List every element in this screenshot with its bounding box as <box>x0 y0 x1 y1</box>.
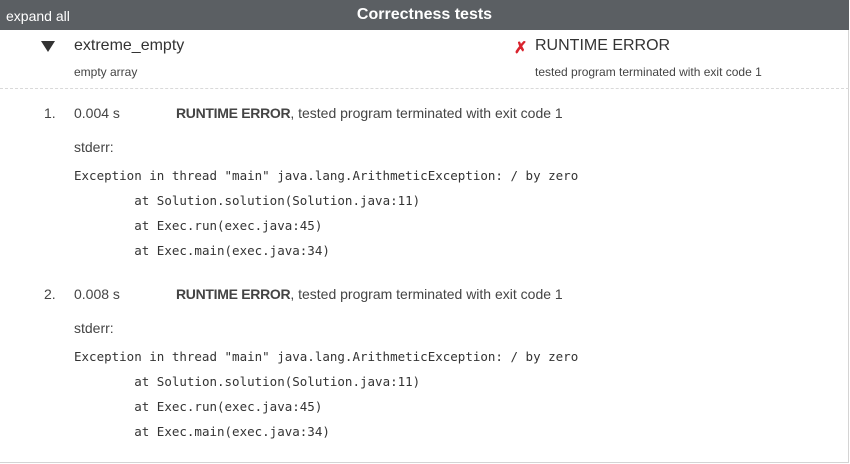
stderr-line: Exception in thread "main" java.lang.Ari… <box>74 349 579 364</box>
correctness-tests-panel: expand all Correctness tests extreme_emp… <box>0 0 849 463</box>
run-result: RUNTIME ERROR, tested program terminated… <box>176 105 563 121</box>
run-result-detail: , tested program terminated with exit co… <box>290 105 563 121</box>
test-name: extreme_empty <box>74 37 185 54</box>
stderr-output: Exception in thread "main" java.lang.Ari… <box>74 163 578 263</box>
run-index: 2. <box>44 286 56 302</box>
fail-x-icon: ✗ <box>514 40 528 57</box>
stderr-line: at Exec.run(exec.java:45) <box>74 218 323 233</box>
run-result-detail: , tested program terminated with exit co… <box>290 286 563 302</box>
stderr-output: Exception in thread "main" java.lang.Ari… <box>74 344 578 444</box>
stderr-label: stderr: <box>74 320 114 336</box>
stderr-line: at Solution.solution(Solution.java:11) <box>74 193 421 208</box>
panel-title: Correctness tests <box>356 6 493 23</box>
run-result-status: RUNTIME ERROR <box>176 105 291 121</box>
run-time: 0.008 s <box>74 286 120 302</box>
run-result-status: RUNTIME ERROR <box>176 286 291 302</box>
test-status-title: RUNTIME ERROR <box>535 37 671 54</box>
stderr-label: stderr: <box>74 139 114 155</box>
panel-header: expand all Correctness tests <box>0 0 849 30</box>
test-description: empty array <box>74 65 138 79</box>
stderr-line: Exception in thread "main" java.lang.Ari… <box>74 168 579 183</box>
test-status-detail: tested program terminated with exit code… <box>535 65 762 79</box>
collapse-triangle-icon[interactable] <box>41 41 55 52</box>
stderr-line: at Exec.main(exec.java:34) <box>74 424 330 439</box>
stderr-line: at Exec.main(exec.java:34) <box>74 243 330 258</box>
run-result: RUNTIME ERROR, tested program terminated… <box>176 286 563 302</box>
stderr-line: at Exec.run(exec.java:45) <box>74 399 323 414</box>
run-index: 1. <box>44 105 56 121</box>
stderr-line: at Solution.solution(Solution.java:11) <box>74 374 421 389</box>
run-time: 0.004 s <box>74 105 120 121</box>
test-row[interactable]: extreme_empty empty array ✗ RUNTIME ERRO… <box>0 30 849 89</box>
